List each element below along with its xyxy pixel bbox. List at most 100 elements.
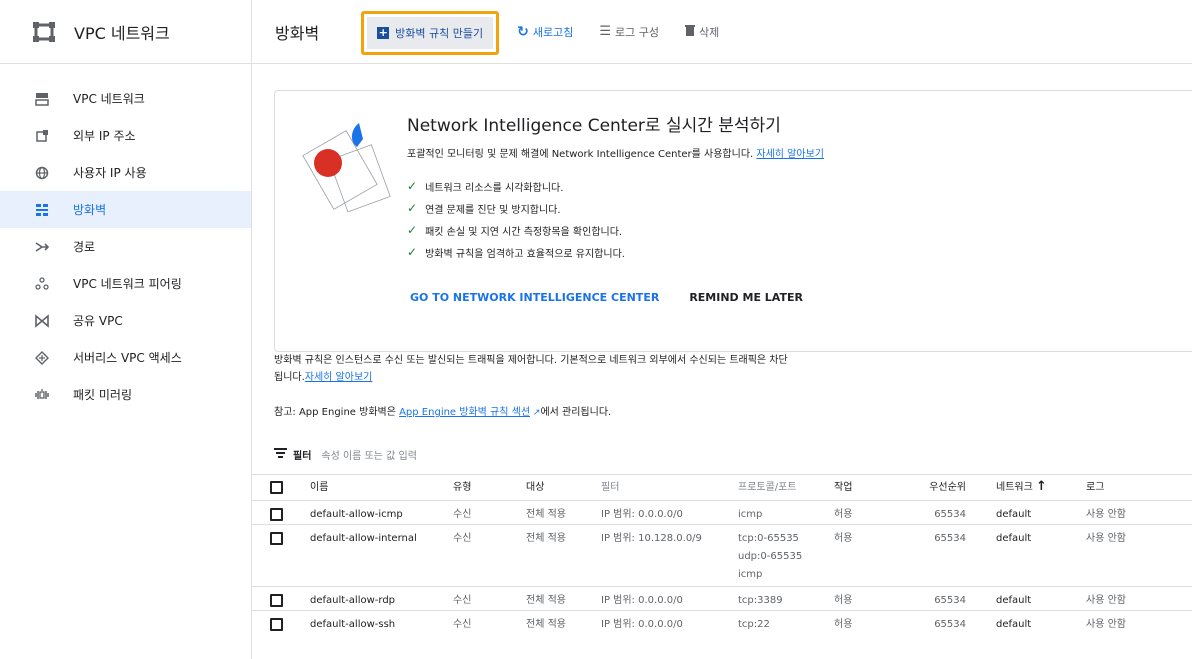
rule-priority: 65534	[934, 509, 966, 520]
row-checkbox[interactable]	[270, 508, 283, 521]
note-suffix: 에서 관리됩니다.	[540, 407, 612, 418]
select-all-checkbox[interactable]	[270, 481, 283, 494]
col-header-type[interactable]: 유형	[453, 479, 526, 497]
plus-box-icon: +	[377, 25, 390, 39]
create-button-label: 방화벽 규칙 만들기	[395, 26, 484, 40]
rule-filter: IP 범위: 0.0.0.0/0	[601, 509, 683, 520]
sidebar-item-routes[interactable]: 경로	[0, 228, 251, 265]
rule-logs: 사용 안함	[1086, 619, 1126, 630]
create-firewall-rule-button[interactable]: + 방화벽 규칙 만들기	[367, 16, 494, 49]
banner-subtitle-text: 포괄적인 모니터링 및 문제 해결에 Network Intelligence …	[407, 149, 754, 160]
checklist-text: 네트워크 리소스를 시각화합니다.	[425, 182, 564, 194]
col-header-logs[interactable]: 로그	[1086, 479, 1166, 497]
banner-actions: GO TO NETWORK INTELLIGENCE CENTER REMIND…	[410, 291, 803, 304]
rule-action: 허용	[834, 619, 853, 630]
filter-icon	[274, 446, 287, 462]
table-row[interactable]: default-allow-ssh 수신 전체 적용 IP 범위: 0.0.0.…	[252, 610, 1192, 634]
sidebar-item-firewall[interactable]: 방화벽	[0, 191, 251, 228]
sidebar-item-label: 사용자 IP 사용	[73, 166, 147, 180]
row-checkbox[interactable]	[270, 618, 283, 631]
banner-learn-more-link[interactable]: 자세히 알아보기	[756, 149, 824, 160]
check-icon: ✓	[407, 223, 418, 237]
row-checkbox-cell	[252, 506, 310, 521]
sidebar: VPC 네트워크 VPC 네트워크 외부 IP 주소 사용자 IP 사용 방화벽	[0, 0, 252, 659]
col-header-name[interactable]: 이름	[310, 479, 453, 497]
sidebar-title: VPC 네트워크	[74, 23, 170, 43]
configure-logs-button[interactable]: ☰ 로그 구성	[599, 24, 659, 40]
protocol-entry: udp:0-65535	[738, 551, 803, 562]
checklist-item: ✓ 방화벽 규칙을 엄격하고 효율적으로 유지합니다.	[407, 241, 625, 263]
nic-promo-banner: Network Intelligence Center로 실시간 분석하기 포괄…	[274, 90, 1192, 352]
rule-name[interactable]: default-allow-ssh	[310, 616, 453, 634]
sidebar-item-packet-mirroring[interactable]: 패킷 미러링	[0, 376, 251, 413]
delete-label: 삭제	[698, 25, 720, 39]
sidebar-item-label: 공유 VPC	[73, 314, 123, 328]
col-header-priority[interactable]: 우선순위	[924, 479, 996, 497]
description-learn-more-link[interactable]: 자세히 알아보기	[305, 372, 373, 383]
nic-illustration	[287, 111, 397, 221]
filter-bar[interactable]: 필터 속성 이름 또는 값 입력	[274, 446, 417, 462]
rule-network: default	[996, 619, 1032, 630]
protocol-entry: tcp:3389	[738, 595, 783, 606]
checklist-item: ✓ 네트워크 리소스를 시각화합니다.	[407, 175, 625, 197]
packet-mirroring-icon	[34, 387, 50, 403]
rule-type: 수신	[453, 595, 472, 606]
sidebar-header: VPC 네트워크	[0, 0, 251, 64]
sidebar-item-label: 방화벽	[73, 203, 107, 217]
serverless-icon	[34, 350, 50, 366]
banner-title: Network Intelligence Center로 실시간 분석하기	[407, 116, 781, 136]
sidebar-item-external-ip[interactable]: 외부 IP 주소	[0, 117, 251, 154]
col-header-network[interactable]: 네트워크 ↑	[996, 478, 1086, 497]
trash-icon	[684, 24, 695, 40]
col-header-protocols[interactable]: 프로토콜/포트	[738, 479, 834, 497]
app-engine-rules-link[interactable]: App Engine 방화벽 규칙 섹션	[399, 407, 530, 418]
row-checkbox[interactable]	[270, 532, 283, 545]
checklist-text: 방화벽 규칙을 엄격하고 효율적으로 유지합니다.	[425, 248, 625, 260]
external-ip-icon	[34, 128, 50, 144]
sidebar-item-peering[interactable]: VPC 네트워크 피어링	[0, 265, 251, 302]
sidebar-item-shared-vpc[interactable]: 공유 VPC	[0, 302, 251, 339]
col-header-filter[interactable]: 필터	[601, 479, 738, 497]
app-engine-note: 참고: App Engine 방화벽은 App Engine 방화벽 규칙 섹션…	[274, 403, 611, 418]
filter-input[interactable]: 속성 이름 또는 값 입력	[321, 447, 417, 462]
checklist-text: 패킷 손실 및 지연 시간 측정항목을 확인합니다.	[425, 226, 623, 238]
rule-filter: IP 범위: 10.128.0.0/9	[601, 533, 702, 544]
table-row[interactable]: default-allow-icmp 수신 전체 적용 IP 범위: 0.0.0…	[252, 500, 1192, 524]
protocol-entry: tcp:22	[738, 619, 770, 630]
rule-logs: 사용 안함	[1086, 595, 1126, 606]
rule-target: 전체 적용	[526, 509, 566, 520]
table-row[interactable]: default-allow-internal 수신 전체 적용 IP 범위: 1…	[252, 524, 1192, 586]
rule-network: default	[996, 533, 1032, 544]
banner-checklist: ✓ 네트워크 리소스를 시각화합니다. ✓ 연결 문제를 진단 및 방지합니다. ✓…	[407, 175, 625, 263]
row-checkbox-cell	[252, 616, 310, 631]
table-header-row: 이름 유형 대상 필터 프로토콜/포트 작업 우선순위 네트워크 ↑ 로그	[252, 474, 1192, 500]
sidebar-item-vpc-networks[interactable]: VPC 네트워크	[0, 80, 251, 117]
row-checkbox-cell	[252, 592, 310, 607]
firewall-icon	[34, 202, 50, 218]
protocol-entry: icmp	[738, 509, 763, 520]
page-title: 방화벽	[275, 23, 320, 43]
rule-action: 허용	[834, 533, 853, 544]
rule-name[interactable]: default-allow-icmp	[310, 506, 453, 524]
rule-name[interactable]: default-allow-rdp	[310, 592, 453, 610]
refresh-button[interactable]: ↻ 새로고침	[517, 24, 573, 40]
rule-type: 수신	[453, 533, 472, 544]
rule-protocols: icmp	[738, 506, 834, 524]
checklist-item: ✓ 연결 문제를 진단 및 방지합니다.	[407, 197, 625, 219]
sidebar-item-label: 패킷 미러링	[73, 388, 133, 402]
delete-button[interactable]: 삭제	[684, 24, 720, 40]
remind-me-later-button[interactable]: REMIND ME LATER	[689, 291, 803, 304]
sidebar-item-byoip[interactable]: 사용자 IP 사용	[0, 154, 251, 191]
col-header-action[interactable]: 작업	[834, 479, 924, 497]
rule-action: 허용	[834, 509, 853, 520]
protocol-entry: tcp:0-65535	[738, 533, 799, 544]
rule-network: default	[996, 595, 1032, 606]
rule-protocols: tcp:3389	[738, 592, 834, 610]
rule-priority: 65534	[934, 533, 966, 544]
sidebar-item-serverless-vpc[interactable]: 서버리스 VPC 액세스	[0, 339, 251, 376]
col-header-target[interactable]: 대상	[526, 479, 601, 497]
rule-name[interactable]: default-allow-internal	[310, 530, 453, 548]
go-to-nic-button[interactable]: GO TO NETWORK INTELLIGENCE CENTER	[410, 291, 659, 304]
table-row[interactable]: default-allow-rdp 수신 전체 적용 IP 범위: 0.0.0.…	[252, 586, 1192, 610]
row-checkbox[interactable]	[270, 594, 283, 607]
